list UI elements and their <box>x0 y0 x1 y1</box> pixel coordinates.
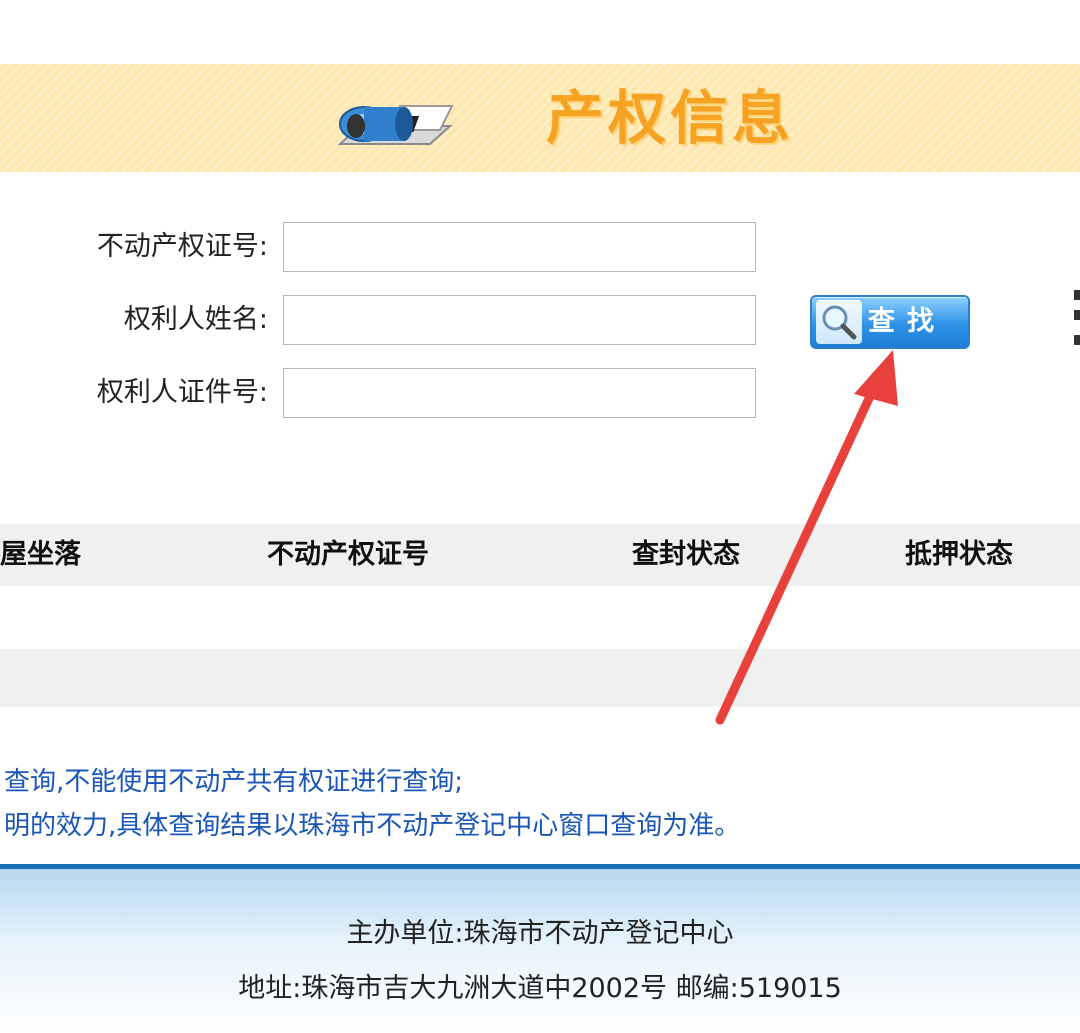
column-header-mortgage-status: 抵押状态 <box>905 539 1013 570</box>
table-row <box>0 586 1080 649</box>
magnifier-icon-box <box>816 300 862 344</box>
cert-number-row: 不动产权证号: <box>0 222 1080 272</box>
owner-name-label: 权利人姓名: <box>123 304 268 335</box>
column-header-seizure-status: 查封状态 <box>632 539 740 570</box>
clipped-edge-mark <box>1074 310 1080 320</box>
top-strip <box>0 0 1080 64</box>
owner-id-row: 权利人证件号: <box>0 368 1080 418</box>
column-header-location: 屋坐落 <box>0 539 81 570</box>
clipped-edge-mark <box>1074 335 1080 345</box>
search-icon <box>822 305 857 340</box>
owner-name-input[interactable] <box>283 295 756 345</box>
cert-number-label: 不动产权证号: <box>96 231 268 262</box>
page-banner: 产权信息 <box>0 64 1080 172</box>
table-row <box>0 649 1080 707</box>
notice-line-1: 查询,不能使用不动产共有权证进行查询; <box>4 767 464 797</box>
owner-id-label: 权利人证件号: <box>96 377 268 408</box>
page-footer: 主办单位:珠海市不动产登记中心 地址:珠海市吉大九洲大道中2002号 邮编:51… <box>0 869 1080 1033</box>
results-table-header: 屋坐落 不动产权证号 查封状态 抵押状态 <box>0 524 1080 586</box>
cert-number-input[interactable] <box>283 222 756 272</box>
column-header-cert-number: 不动产权证号 <box>267 539 429 570</box>
search-button-label: 查找 <box>868 306 946 337</box>
notice-line-2: 明的效力,具体查询结果以珠海市不动产登记中心窗口查询为准。 <box>4 811 741 841</box>
clipped-edge-mark <box>1074 290 1080 300</box>
owner-id-input[interactable] <box>283 368 756 418</box>
footer-organizer: 主办单位:珠海市不动产登记中心 <box>346 918 734 949</box>
footer-address: 地址:珠海市吉大九洲大道中2002号 邮编:519015 <box>238 973 842 1004</box>
search-button[interactable]: 查找 <box>810 295 970 349</box>
property-scroll-icon <box>337 105 454 145</box>
page-title: 产权信息 <box>546 84 795 152</box>
